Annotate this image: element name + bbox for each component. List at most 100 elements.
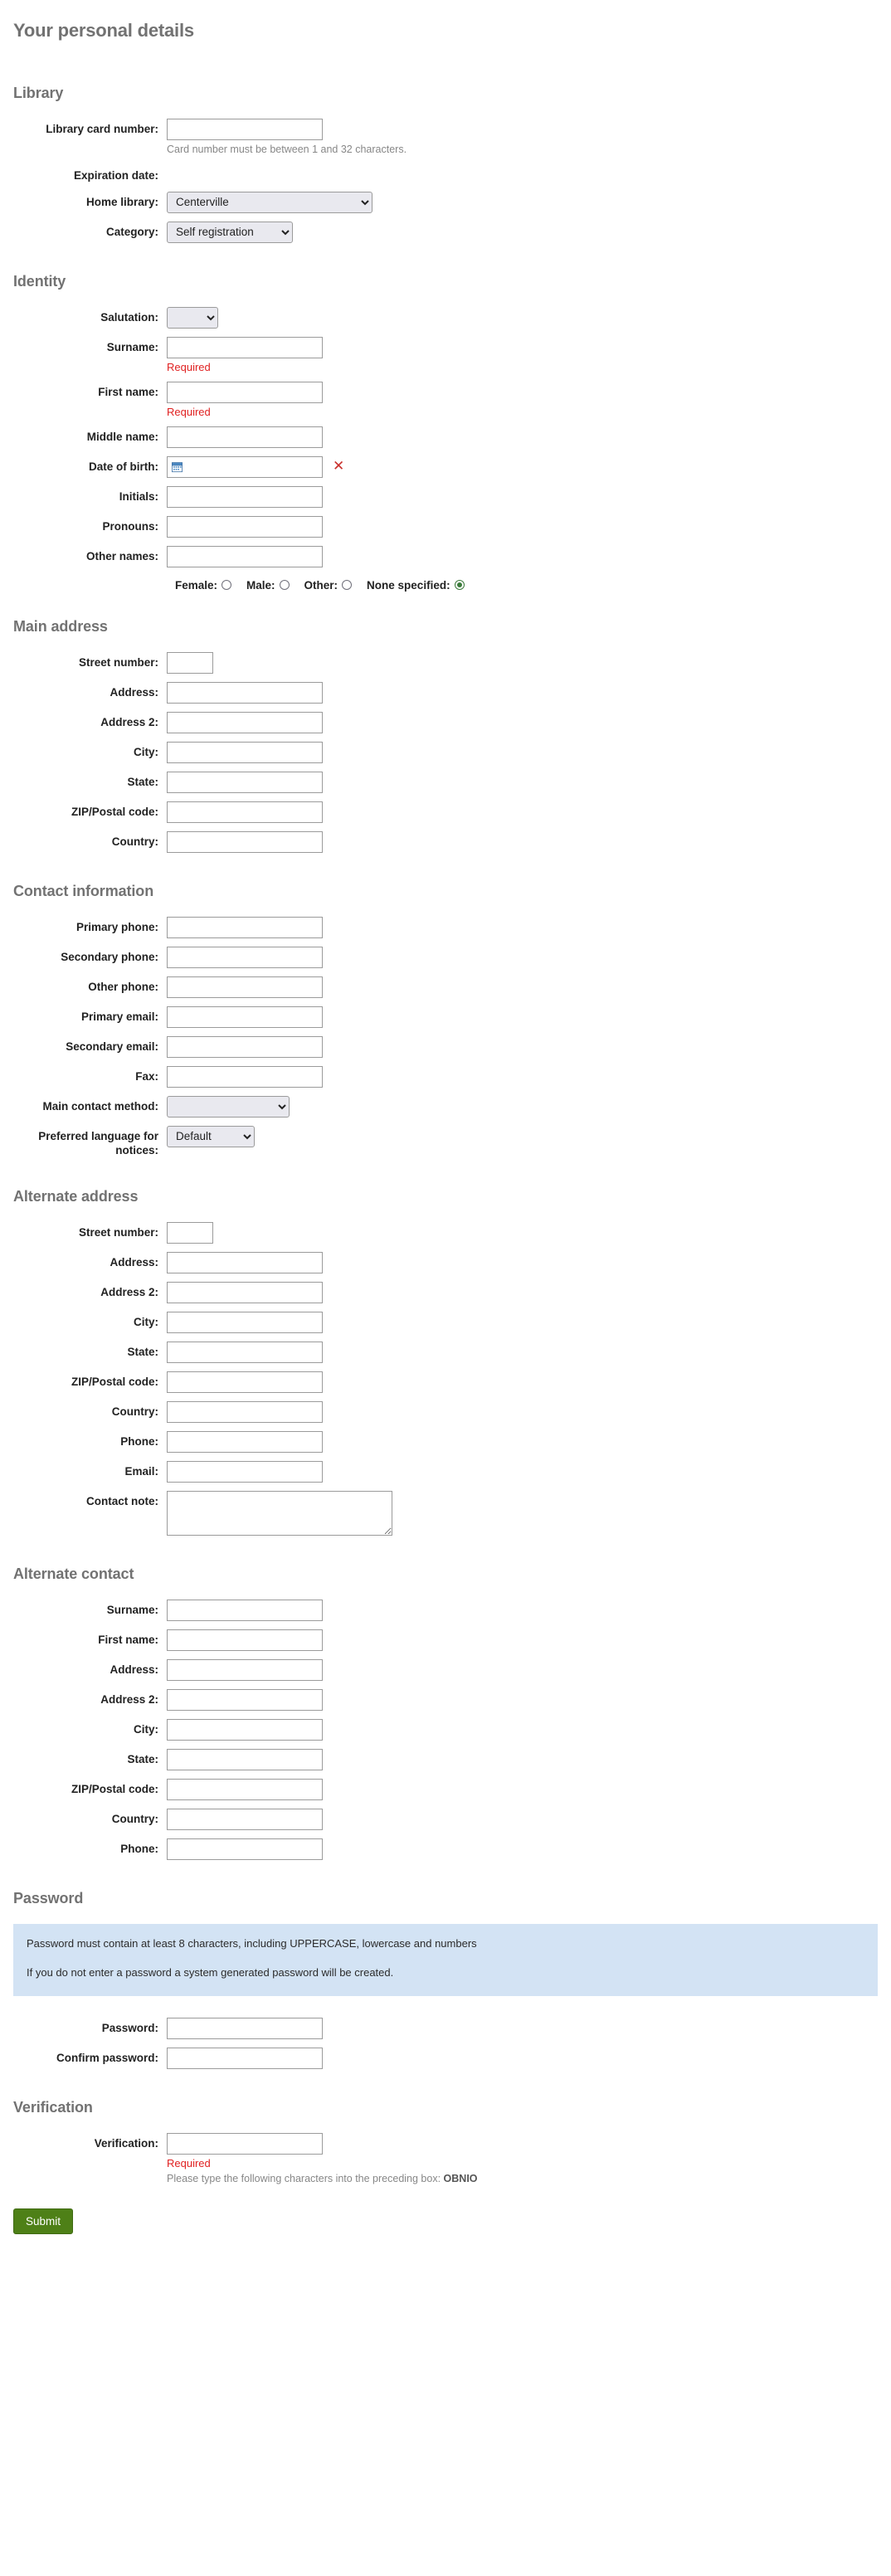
label-category: Category: xyxy=(105,225,158,238)
section-title-identity: Identity xyxy=(13,272,66,290)
salutation-select[interactable] xyxy=(167,306,218,329)
library-card-number-input[interactable] xyxy=(167,119,323,140)
alt-address-email-control xyxy=(167,1460,878,1483)
preferred-language-select[interactable]: Default xyxy=(167,1125,255,1147)
alt-contact-address-control xyxy=(167,1658,878,1681)
label-alt-address-phone: Phone: xyxy=(120,1434,158,1448)
verification-code: OBNIO xyxy=(443,2172,478,2184)
main-address-zippostal-code-input[interactable] xyxy=(167,801,323,823)
contact-primary-phone-input[interactable] xyxy=(167,916,323,938)
field-row-alt-contact-state: State: xyxy=(13,1748,878,1770)
main-address-country-input[interactable] xyxy=(167,830,323,853)
firstname-input[interactable] xyxy=(167,381,323,403)
field-row-other-names: Other names: xyxy=(13,545,878,567)
field-row-category: Category: Self registration xyxy=(13,221,878,243)
confirm-password-input[interactable] xyxy=(167,2047,323,2069)
alt-address-phone-input[interactable] xyxy=(167,1430,323,1453)
alt-contact-phone-input[interactable] xyxy=(167,1838,323,1860)
password-input[interactable] xyxy=(167,2017,323,2039)
alt-address-zippostal-code-control xyxy=(167,1371,878,1393)
alt-address-zippostal-code-input[interactable] xyxy=(167,1371,323,1393)
radio-other[interactable] xyxy=(342,580,353,591)
gender-option-male[interactable]: Male: xyxy=(246,579,290,592)
alt-address-state-input[interactable] xyxy=(167,1341,323,1363)
radio-male[interactable] xyxy=(279,580,290,591)
main-address-city-input[interactable] xyxy=(167,741,323,763)
label-alt-contact-address-2: Address 2: xyxy=(100,1692,158,1706)
label-salutation: Salutation: xyxy=(100,310,158,324)
alt-contact-address-input[interactable] xyxy=(167,1658,323,1681)
main-address-state-input[interactable] xyxy=(167,771,323,793)
alt-address-address-control xyxy=(167,1251,878,1273)
label-alt-contact-state: State: xyxy=(127,1752,158,1765)
gender-option-none[interactable]: None specified: xyxy=(367,579,465,592)
main-address-street-number-input[interactable] xyxy=(167,651,213,674)
alt-address-country-control xyxy=(167,1400,878,1423)
gender-option-other[interactable]: Other: xyxy=(304,579,353,592)
contact-other-phone-input[interactable] xyxy=(167,976,323,998)
contact-secondary-phone-input[interactable] xyxy=(167,946,323,968)
alt-address-city-input[interactable] xyxy=(167,1311,323,1333)
field-row-main-address-address-2: Address 2: xyxy=(13,711,878,733)
contact-primary-email-input[interactable] xyxy=(167,1006,323,1028)
alt-contact-address-2-input[interactable] xyxy=(167,1688,323,1711)
category-select[interactable]: Self registration xyxy=(167,221,293,243)
contact-note-textarea[interactable] xyxy=(167,1490,392,1536)
field-row-alt-address-city: City: xyxy=(13,1311,878,1333)
alt-contact-state-input[interactable] xyxy=(167,1748,323,1770)
radio-female[interactable] xyxy=(222,580,232,591)
submit-button[interactable]: Submit xyxy=(13,2208,74,2235)
alt-address-address-2-input[interactable] xyxy=(167,1281,323,1303)
field-row-salutation: Salutation: xyxy=(13,306,878,329)
field-row-contact-secondary-email: Secondary email: xyxy=(13,1035,878,1058)
field-row-alt-address-state: State: xyxy=(13,1341,878,1363)
initials-input[interactable] xyxy=(167,485,323,508)
gender-radio-group: Female: Male: Other: None specified: xyxy=(167,579,878,592)
field-row-alt-address-email: Email: xyxy=(13,1460,878,1483)
label-preferred-language: Preferred language for notices: xyxy=(38,1129,158,1157)
contact-secondary-phone-control xyxy=(167,946,878,968)
label-main-address-address: Address: xyxy=(110,685,158,699)
contact-secondary-email-input[interactable] xyxy=(167,1035,323,1058)
gender-option-female[interactable]: Female: xyxy=(175,579,232,592)
date-of-birth-input[interactable] xyxy=(167,455,323,478)
alt-address-country-input[interactable] xyxy=(167,1400,323,1423)
contact-fax-input[interactable] xyxy=(167,1065,323,1088)
alt-address-address-2-control xyxy=(167,1281,878,1303)
field-row-preferred-language: Preferred language for notices: Default xyxy=(13,1125,878,1158)
pronouns-input[interactable] xyxy=(167,515,323,538)
verification-required-message: Required xyxy=(167,2156,211,2169)
field-row-confirm-password: Confirm password: xyxy=(13,2047,878,2069)
alt-address-email-input[interactable] xyxy=(167,1460,323,1483)
field-row-alt-contact-address: Address: xyxy=(13,1658,878,1681)
surname-input[interactable] xyxy=(167,336,323,358)
main-address-country-control xyxy=(167,830,878,853)
contact-secondary-email-control xyxy=(167,1035,878,1058)
submit-row: Submit xyxy=(13,2194,878,2235)
field-row-firstname: First name: Required xyxy=(13,381,878,418)
verification-input[interactable] xyxy=(167,2132,323,2155)
field-row-date-of-birth: Date of birth: ✕ xyxy=(13,455,878,478)
alt-contact-surname-input[interactable] xyxy=(167,1599,323,1621)
field-row-contact-fax: Fax: xyxy=(13,1065,878,1088)
home-library-select[interactable]: Centerville xyxy=(167,191,372,213)
radio-none-specified[interactable] xyxy=(454,580,465,591)
main-address-address-2-input[interactable] xyxy=(167,711,323,733)
clear-date-icon[interactable]: ✕ xyxy=(333,460,344,474)
label-date-of-birth: Date of birth: xyxy=(89,460,158,473)
alt-contact-zippostal-code-input[interactable] xyxy=(167,1778,323,1800)
alt-contact-first-name-input[interactable] xyxy=(167,1629,323,1651)
field-row-initials: Initials: xyxy=(13,485,878,508)
field-row-contact-primary-email: Primary email: xyxy=(13,1006,878,1028)
main-contact-method-select[interactable] xyxy=(167,1095,290,1118)
label-contact-primary-phone: Primary phone: xyxy=(75,920,158,933)
alt-contact-city-input[interactable] xyxy=(167,1718,323,1741)
alt-contact-address-2-control xyxy=(167,1688,878,1711)
middlename-input[interactable] xyxy=(167,426,323,448)
alt-address-street-number-input[interactable] xyxy=(167,1221,213,1244)
other-names-input[interactable] xyxy=(167,545,323,567)
field-row-alt-contact-country: Country: xyxy=(13,1808,878,1830)
alt-contact-country-input[interactable] xyxy=(167,1808,323,1830)
main-address-address-input[interactable] xyxy=(167,681,323,704)
alt-address-address-input[interactable] xyxy=(167,1251,323,1273)
